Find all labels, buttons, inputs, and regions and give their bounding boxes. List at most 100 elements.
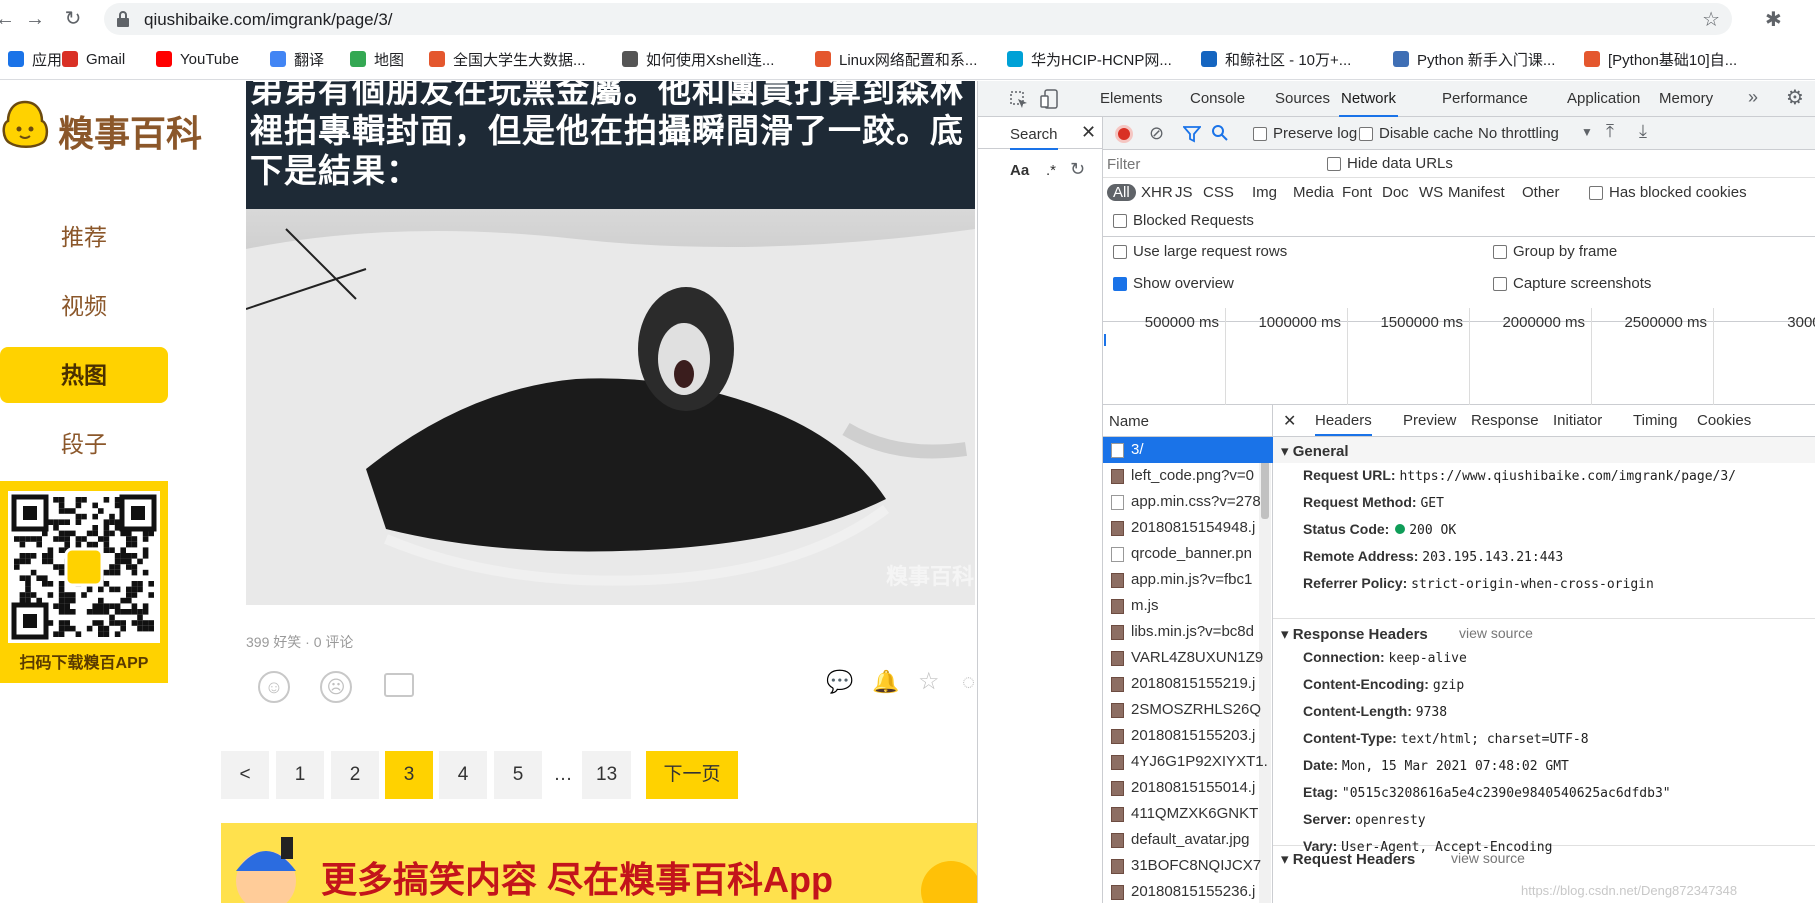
bookmark-item[interactable]: Python 新手入门课... (1393, 48, 1555, 70)
pagination-item[interactable]: 1 (276, 751, 324, 799)
bookmark-item[interactable]: Linux网络配置和系... (815, 48, 977, 70)
request-row[interactable]: 3/ (1103, 437, 1273, 463)
request-row[interactable]: 20180815155014.j (1103, 775, 1273, 801)
preserve-log-checkbox[interactable] (1253, 127, 1267, 141)
request-row[interactable]: 411QMZXK6GNKT (1103, 801, 1273, 827)
request-row[interactable]: 20180815155219.j (1103, 671, 1273, 697)
search-icon[interactable] (1211, 124, 1229, 142)
throttling-select[interactable]: No throttling (1478, 125, 1559, 142)
request-row[interactable]: 20180815155236.j (1103, 879, 1273, 903)
bookmark-item[interactable]: YouTube (156, 48, 239, 70)
weibo-share-icon[interactable]: ◌ (962, 669, 975, 695)
capture-screenshots-checkbox[interactable] (1493, 277, 1507, 291)
address-bar[interactable]: qiushibaike.com/imgrank/page/3/ ☆ (104, 3, 1732, 35)
bookmark-item[interactable]: 全国大学生大数据... (429, 48, 586, 70)
qq-share-icon[interactable]: 🔔 (872, 669, 899, 695)
post-image[interactable]: 弟弟有個朋友在玩黑金屬。他和團員打算到森林裡拍專輯封面，但是他在拍攝瞬間滑了一跤… (246, 81, 975, 605)
pagination-item[interactable]: 3 (385, 751, 433, 799)
request-row[interactable]: qrcode_banner.pn (1103, 541, 1273, 567)
filter-icon[interactable] (1183, 125, 1201, 143)
app-download-card[interactable]: 扫码下载糗百APP (0, 481, 168, 683)
wechat-share-icon[interactable]: 💬 (826, 669, 853, 695)
back-arrow-icon[interactable]: ← (0, 6, 18, 32)
response-headers-section-header[interactable]: ▾ Response Headers (1281, 625, 1428, 643)
request-row[interactable]: default_avatar.jpg (1103, 827, 1273, 853)
star-icon[interactable]: ☆ (1702, 7, 1720, 32)
blocked-cookies-checkbox[interactable] (1589, 186, 1603, 200)
bookmark-item[interactable]: 如何使用Xshell连... (622, 48, 774, 70)
close-search-icon[interactable]: ✕ (1081, 122, 1096, 143)
request-row[interactable]: 31BOFC8NQIJCX7 (1103, 853, 1273, 879)
devtools-tab[interactable]: Sources (1273, 81, 1332, 117)
request-row[interactable]: m.js (1103, 593, 1273, 619)
detail-tab[interactable]: Initiator (1553, 412, 1602, 429)
request-row[interactable]: app.min.css?v=278 (1103, 489, 1273, 515)
type-filter-button[interactable]: JS (1175, 184, 1193, 201)
record-icon[interactable] (1115, 125, 1133, 143)
general-section-header[interactable]: ▾ General (1281, 442, 1349, 460)
detail-tab[interactable]: Headers (1315, 412, 1372, 436)
forward-arrow-icon[interactable]: → (22, 6, 48, 32)
type-filter-button[interactable]: WS (1419, 184, 1443, 201)
devtools-tab[interactable]: Application (1565, 81, 1642, 117)
inspect-element-icon[interactable] (1010, 91, 1028, 109)
nav-item[interactable]: 视频 (0, 278, 168, 334)
disable-cache-checkbox[interactable] (1359, 127, 1373, 141)
close-details-icon[interactable]: ✕ (1283, 411, 1296, 431)
detail-tab[interactable]: Cookies (1697, 412, 1751, 429)
regex-toggle[interactable]: .* (1046, 162, 1056, 179)
view-source-link[interactable]: view source (1459, 625, 1533, 641)
bookmark-item[interactable]: 应用 (8, 48, 62, 70)
type-filter-button[interactable]: Img (1252, 184, 1277, 201)
request-row[interactable]: left_code.png?v=0 (1103, 463, 1273, 489)
clear-icon[interactable]: ⊘ (1149, 123, 1164, 144)
devtools-tab[interactable]: Console (1188, 81, 1247, 117)
name-column-header[interactable]: Name (1109, 413, 1149, 430)
favorite-icon[interactable]: ☆ (918, 667, 940, 696)
nav-item[interactable]: 热图 (0, 347, 168, 403)
type-filter-button[interactable]: Doc (1382, 184, 1409, 201)
match-case-toggle[interactable]: Aa (1010, 162, 1029, 179)
request-row[interactable]: libs.min.js?v=bc8d (1103, 619, 1273, 645)
type-filter-button[interactable]: Media (1293, 184, 1334, 201)
more-tabs-icon[interactable]: » (1748, 87, 1758, 108)
timeline-overview[interactable]: 500000 ms 1000000 ms 1500000 ms 2000000 ms 2… (1103, 308, 1815, 405)
settings-gear-icon[interactable]: ⚙ (1786, 85, 1804, 110)
devtools-tab[interactable]: Elements (1098, 81, 1165, 117)
type-filter-button[interactable]: Other (1522, 184, 1560, 201)
request-row[interactable]: 4YJ6G1P92XIYXT1. (1103, 749, 1273, 775)
bookmark-item[interactable]: [Python基础10]自... (1584, 48, 1737, 70)
nav-item[interactable]: 段子 (0, 416, 168, 472)
bookmark-item[interactable]: 和鲸社区 - 10万+... (1201, 48, 1351, 70)
devtools-tab[interactable]: Memory (1657, 81, 1715, 117)
request-row[interactable]: 20180815154948.j (1103, 515, 1273, 541)
request-row[interactable]: 2SMOSZRHLS26Q (1103, 697, 1273, 723)
devtools-tab[interactable]: Network (1339, 81, 1399, 117)
detail-tab[interactable]: Preview (1403, 412, 1456, 429)
app-promo-banner[interactable]: 更多搞笑内容 尽在糗事百科App (221, 823, 977, 903)
search-tab[interactable]: Search (1010, 126, 1058, 150)
pagination-item[interactable]: 2 (331, 751, 379, 799)
request-row[interactable]: app.min.js?v=fbc1 (1103, 567, 1273, 593)
group-by-frame-checkbox[interactable] (1493, 245, 1507, 259)
show-overview-checkbox[interactable] (1113, 277, 1127, 291)
device-toolbar-icon[interactable] (1040, 89, 1058, 109)
refresh-search-icon[interactable]: ↻ (1070, 159, 1085, 180)
smile-icon[interactable]: ☺ (258, 671, 290, 703)
large-rows-checkbox[interactable] (1113, 245, 1127, 259)
bookmark-item[interactable]: 翻译 (270, 48, 324, 70)
request-row[interactable]: 20180815155203.j (1103, 723, 1273, 749)
nav-item[interactable]: 推荐 (0, 209, 168, 265)
extensions-icon[interactable]: ✱ (1765, 7, 1782, 32)
devtools-tab[interactable]: Performance (1440, 81, 1530, 117)
detail-tab[interactable]: Timing (1633, 412, 1677, 429)
pagination-item[interactable]: 13 (582, 751, 632, 799)
blocked-requests-checkbox[interactable] (1113, 214, 1127, 228)
type-filter-button[interactable]: Font (1342, 184, 1372, 201)
detail-tab[interactable]: Response (1471, 412, 1539, 429)
hide-data-urls-checkbox[interactable] (1327, 157, 1341, 171)
reload-icon[interactable]: ↻ (60, 6, 86, 32)
type-filter-button[interactable]: CSS (1203, 184, 1234, 201)
export-har-icon[interactable]: ⤓ (1639, 121, 1647, 142)
request-row[interactable]: VARL4Z8UXUN1Z9 (1103, 645, 1273, 671)
